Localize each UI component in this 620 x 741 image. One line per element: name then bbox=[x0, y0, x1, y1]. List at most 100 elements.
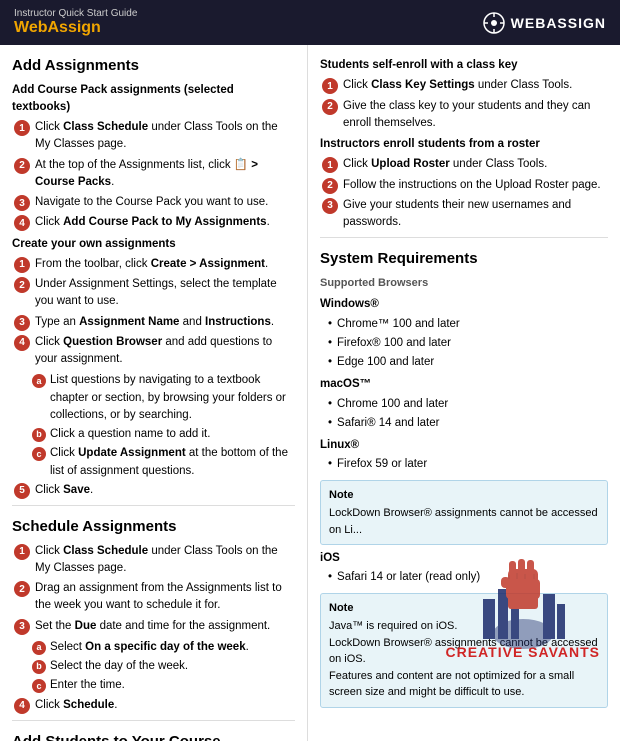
windows-title: Windows® bbox=[320, 296, 608, 313]
schedule-step4-list: 4 Click Schedule. bbox=[12, 697, 295, 714]
step-alpha: b bbox=[32, 428, 46, 442]
sub-step-text: Select the day of the week. bbox=[50, 658, 295, 675]
step-number: 1 bbox=[322, 78, 338, 94]
step-item: 2 Under Assignment Settings, select the … bbox=[14, 276, 295, 311]
step-text: Navigate to the Course Pack you want to … bbox=[35, 194, 295, 211]
sub-step-text: Click a question name to add it. bbox=[50, 426, 295, 443]
step-number: 3 bbox=[14, 619, 30, 635]
list-item: Edge 100 and later bbox=[328, 354, 608, 371]
self-enroll-steps: 1 Click Class Key Settings under Class T… bbox=[320, 77, 608, 132]
linux-title: Linux® bbox=[320, 437, 608, 454]
step-number: 1 bbox=[14, 120, 30, 136]
note-title-1: Note bbox=[329, 487, 599, 504]
step-text: Click Class Key Settings under Class Too… bbox=[343, 77, 608, 94]
course-pack-subtitle: Add Course Pack assignments (selected te… bbox=[12, 82, 295, 117]
course-pack-steps: 1 Click Class Schedule under Class Tools… bbox=[12, 119, 295, 232]
note-title-2: Note bbox=[329, 600, 599, 617]
step-item: 2 Follow the instructions on the Upload … bbox=[322, 177, 608, 194]
step-text: Give your students their new usernames a… bbox=[343, 197, 608, 232]
content: Add Assignments Add Course Pack assignme… bbox=[0, 45, 620, 741]
sub-step-text: Enter the time. bbox=[50, 677, 295, 694]
step-item: 1 From the toolbar, click Create > Assig… bbox=[14, 256, 295, 273]
right-column: Students self-enroll with a class key 1 … bbox=[308, 45, 620, 741]
webassign-logo-icon bbox=[483, 12, 505, 34]
header: Instructor Quick Start Guide WebAssign W… bbox=[0, 0, 620, 45]
list-item: Chrome 100 and later bbox=[328, 396, 608, 413]
list-item: Safari 14 or later (read only) bbox=[328, 569, 608, 586]
step-number: 2 bbox=[322, 178, 338, 194]
step-item: 1 Click Upload Roster under Class Tools. bbox=[322, 156, 608, 173]
windows-list: Chrome™ 100 and later Firefox® 100 and l… bbox=[320, 316, 608, 372]
step-item: 4 Click Question Browser and add questio… bbox=[14, 334, 295, 369]
step-number: 2 bbox=[14, 581, 30, 597]
step-text: Click Question Browser and add questions… bbox=[35, 334, 295, 369]
step-alpha: b bbox=[32, 660, 46, 674]
sub-step-item: c Click Update Assignment at the bottom … bbox=[32, 445, 295, 480]
ios-title: iOS bbox=[320, 550, 608, 567]
step-item: 2 Drag an assignment from the Assignment… bbox=[14, 580, 295, 615]
list-item: Safari® 14 and later bbox=[328, 415, 608, 432]
step-number: 1 bbox=[322, 157, 338, 173]
step-alpha: a bbox=[32, 641, 46, 655]
step-text: Type an Assignment Name and Instructions… bbox=[35, 314, 295, 331]
header-title: WebAssign bbox=[14, 19, 137, 37]
list-item: Firefox 59 or later bbox=[328, 456, 608, 473]
step-text: Click Class Schedule under Class Tools o… bbox=[35, 543, 295, 578]
divider bbox=[320, 237, 608, 238]
step-number: 5 bbox=[14, 483, 30, 499]
note-box-2: Note Java™ is required on iOS. LockDown … bbox=[320, 593, 608, 708]
sub-step-item: b Click a question name to add it. bbox=[32, 426, 295, 443]
step-number: 2 bbox=[14, 158, 30, 174]
step-number: 4 bbox=[14, 698, 30, 714]
add-assignments-title: Add Assignments bbox=[12, 55, 295, 78]
sub-step-text: List questions by navigating to a textbo… bbox=[50, 372, 295, 424]
step-text: Click Schedule. bbox=[35, 697, 295, 714]
step5-list: 5 Click Save. bbox=[12, 482, 295, 499]
step-text: Click Upload Roster under Class Tools. bbox=[343, 156, 608, 173]
step-number: 1 bbox=[14, 257, 30, 273]
step-text: Click Save. bbox=[35, 482, 295, 499]
step-item: 3 Navigate to the Course Pack you want t… bbox=[14, 194, 295, 211]
add-students-title: Add Students to Your Course bbox=[12, 731, 295, 741]
create-own-subtitle: Create your own assignments bbox=[12, 236, 295, 253]
supported-browsers-label: Supported Browsers bbox=[320, 275, 608, 292]
step-number: 3 bbox=[14, 195, 30, 211]
sub-step-item: c Enter the time. bbox=[32, 677, 295, 694]
step-item: 2 Give the class key to your students an… bbox=[322, 98, 608, 133]
step-number: 2 bbox=[14, 277, 30, 293]
system-req-title: System Requirements bbox=[320, 248, 608, 271]
step-item: 1 Click Class Schedule under Class Tools… bbox=[14, 119, 295, 154]
step-text: Follow the instructions on the Upload Ro… bbox=[343, 177, 608, 194]
list-item: Chrome™ 100 and later bbox=[328, 316, 608, 333]
step-text: Give the class key to your students and … bbox=[343, 98, 608, 133]
step-alpha: c bbox=[32, 447, 46, 461]
create-sub-steps: a List questions by navigating to a text… bbox=[12, 372, 295, 480]
step-alpha: a bbox=[32, 374, 46, 388]
step-text: Set the Due date and time for the assign… bbox=[35, 618, 295, 635]
divider bbox=[12, 720, 295, 721]
step-item: 3 Set the Due date and time for the assi… bbox=[14, 618, 295, 635]
schedule-sub-steps: a Select On a specific day of the week. … bbox=[12, 639, 295, 695]
step-text: Click Add Course Pack to My Assignments. bbox=[35, 214, 295, 231]
note-text-1: LockDown Browser® assignments cannot be … bbox=[329, 505, 599, 538]
step-item: 4 Click Schedule. bbox=[14, 697, 295, 714]
note-box-1: Note LockDown Browser® assignments canno… bbox=[320, 480, 608, 546]
step-item: 1 Click Class Key Settings under Class T… bbox=[322, 77, 608, 94]
sub-step-text: Select On a specific day of the week. bbox=[50, 639, 295, 656]
step-text: Drag an assignment from the Assignments … bbox=[35, 580, 295, 615]
list-item: Firefox® 100 and later bbox=[328, 335, 608, 352]
step-item: 3 Give your students their new usernames… bbox=[322, 197, 608, 232]
divider bbox=[12, 505, 295, 506]
left-column: Add Assignments Add Course Pack assignme… bbox=[0, 45, 308, 741]
step-text: Under Assignment Settings, select the te… bbox=[35, 276, 295, 311]
self-enroll-title: Students self-enroll with a class key bbox=[320, 57, 608, 74]
linux-list: Firefox 59 or later bbox=[320, 456, 608, 473]
header-left: Instructor Quick Start Guide WebAssign bbox=[14, 8, 137, 37]
step-number: 3 bbox=[14, 315, 30, 331]
header-logo-text: WEBASSIGN bbox=[511, 15, 606, 31]
note-line-1: Java™ is required on iOS. bbox=[329, 618, 599, 635]
header-right: WEBASSIGN bbox=[483, 12, 606, 34]
step-text: From the toolbar, click Create > Assignm… bbox=[35, 256, 295, 273]
step-number: 3 bbox=[322, 198, 338, 214]
step-item: 1 Click Class Schedule under Class Tools… bbox=[14, 543, 295, 578]
